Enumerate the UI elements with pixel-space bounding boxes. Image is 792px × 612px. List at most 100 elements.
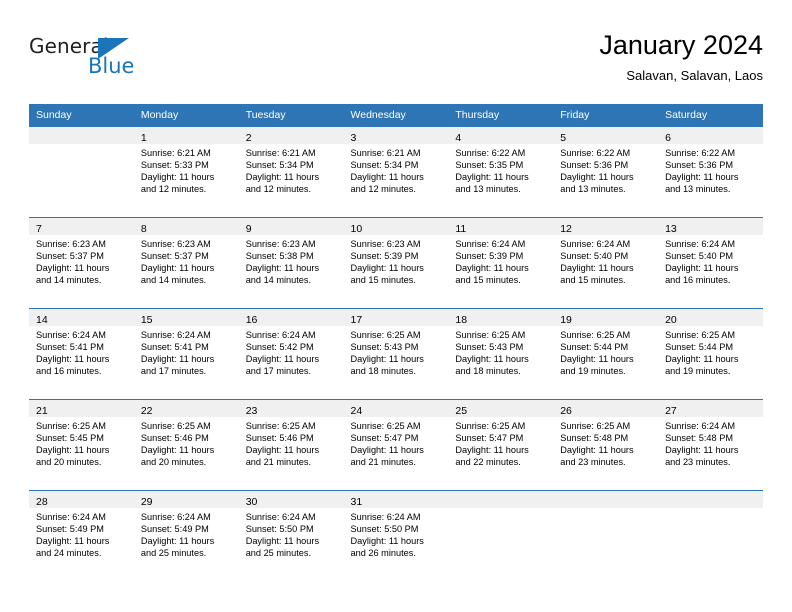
calendar-day-cell[interactable] xyxy=(553,490,659,581)
day-number: 23 xyxy=(245,405,258,417)
sunset-text: Sunset: 5:49 PM xyxy=(140,524,209,535)
weekday-header-row: Sunday Monday Tuesday Wednesday Thursday… xyxy=(29,104,763,127)
day-details: Sunrise: 6:24 AM Sunset: 5:50 PM Dayligh… xyxy=(344,508,449,559)
daylight-text-line1: Daylight: 11 hours xyxy=(665,354,739,365)
calendar-day-cell[interactable]: 19 Sunrise: 6:25 AM Sunset: 5:44 PM Dayl… xyxy=(553,308,659,400)
calendar-day-cell[interactable]: 28 Sunrise: 6:24 AM Sunset: 5:49 PM Dayl… xyxy=(29,490,134,581)
day-details: Sunrise: 6:23 AM Sunset: 5:39 PM Dayligh… xyxy=(344,235,449,286)
calendar-day-cell[interactable]: 3 Sunrise: 6:21 AM Sunset: 5:34 PM Dayli… xyxy=(343,126,449,218)
calendar-day-cell[interactable]: 22 Sunrise: 6:25 AM Sunset: 5:46 PM Dayl… xyxy=(133,399,239,491)
daylight-text-line1: Daylight: 11 hours xyxy=(140,172,215,183)
daylight-text-line2: and 15 minutes. xyxy=(455,275,521,286)
day-number: 26 xyxy=(560,405,572,417)
day-details: Sunrise: 6:23 AM Sunset: 5:38 PM Dayligh… xyxy=(239,235,344,286)
sunset-text: Sunset: 5:48 PM xyxy=(560,433,629,444)
daylight-text-line1: Daylight: 11 hours xyxy=(455,354,529,365)
sunset-text: Sunset: 5:34 PM xyxy=(350,160,419,171)
calendar-day-cell[interactable]: 25 Sunrise: 6:25 AM Sunset: 5:47 PM Dayl… xyxy=(448,399,554,491)
day-details xyxy=(553,508,658,511)
sunset-text: Sunset: 5:34 PM xyxy=(245,160,314,171)
calendar-day-cell[interactable]: 11 Sunrise: 6:24 AM Sunset: 5:39 PM Dayl… xyxy=(448,217,554,309)
sunset-text: Sunset: 5:46 PM xyxy=(245,433,314,444)
day-details xyxy=(448,508,553,511)
title-block: January 2024 Salavan, Salavan, Laos xyxy=(599,28,763,86)
calendar-day-cell[interactable]: 20 Sunrise: 6:25 AM Sunset: 5:44 PM Dayl… xyxy=(658,308,763,400)
day-number: 8 xyxy=(140,223,147,235)
calendar-day-cell[interactable]: 14 Sunrise: 6:24 AM Sunset: 5:41 PM Dayl… xyxy=(29,308,134,400)
daylight-text-line1: Daylight: 11 hours xyxy=(245,445,320,456)
calendar-day-cell[interactable]: 8 Sunrise: 6:23 AM Sunset: 5:37 PM Dayli… xyxy=(133,217,239,309)
calendar-day-cell[interactable]: 10 Sunrise: 6:23 AM Sunset: 5:39 PM Dayl… xyxy=(343,217,449,309)
daylight-text-line2: and 13 minutes. xyxy=(665,184,731,195)
calendar-day-cell[interactable]: 1 Sunrise: 6:21 AM Sunset: 5:33 PM Dayli… xyxy=(133,126,239,218)
daylight-text-line2: and 24 minutes. xyxy=(36,548,102,559)
day-number: 18 xyxy=(455,314,468,326)
weekday-header-friday: Friday xyxy=(553,104,659,127)
day-details: Sunrise: 6:24 AM Sunset: 5:50 PM Dayligh… xyxy=(239,508,344,559)
calendar-day-cell[interactable]: 13 Sunrise: 6:24 AM Sunset: 5:40 PM Dayl… xyxy=(658,217,763,309)
sunset-text: Sunset: 5:50 PM xyxy=(350,524,419,535)
day-number: 16 xyxy=(245,314,258,326)
calendar-day-cell[interactable]: 27 Sunrise: 6:24 AM Sunset: 5:48 PM Dayl… xyxy=(658,399,763,491)
calendar-day-cell[interactable]: 16 Sunrise: 6:24 AM Sunset: 5:42 PM Dayl… xyxy=(238,308,344,400)
day-number: 9 xyxy=(245,223,252,235)
calendar-day-cell[interactable]: 7 Sunrise: 6:23 AM Sunset: 5:37 PM Dayli… xyxy=(29,217,134,309)
calendar-day-cell[interactable]: 29 Sunrise: 6:24 AM Sunset: 5:49 PM Dayl… xyxy=(133,490,239,581)
sunrise-text: Sunrise: 6:24 AM xyxy=(245,330,316,340)
calendar-day-cell[interactable]: 21 Sunrise: 6:25 AM Sunset: 5:45 PM Dayl… xyxy=(29,399,134,491)
page-header: General Blue January 2024 Salavan, Salav… xyxy=(29,28,763,98)
calendar-day-cell[interactable]: 4 Sunrise: 6:22 AM Sunset: 5:35 PM Dayli… xyxy=(448,126,554,218)
day-number: 5 xyxy=(560,132,567,144)
sunrise-text: Sunrise: 6:21 AM xyxy=(350,148,421,158)
calendar-day-cell[interactable]: 5 Sunrise: 6:22 AM Sunset: 5:36 PM Dayli… xyxy=(553,126,659,218)
sunrise-text: Sunrise: 6:24 AM xyxy=(665,421,736,431)
day-number: 13 xyxy=(665,223,677,235)
day-details: Sunrise: 6:24 AM Sunset: 5:48 PM Dayligh… xyxy=(658,417,763,468)
daylight-text-line2: and 18 minutes. xyxy=(455,366,521,377)
daylight-text-line2: and 12 minutes. xyxy=(350,184,416,195)
calendar-day-cell[interactable] xyxy=(658,490,763,581)
calendar-day-cell[interactable]: 6 Sunrise: 6:22 AM Sunset: 5:36 PM Dayli… xyxy=(658,126,763,218)
daylight-text-line1: Daylight: 11 hours xyxy=(36,445,110,456)
day-details: Sunrise: 6:25 AM Sunset: 5:46 PM Dayligh… xyxy=(134,417,239,468)
daylight-text-line2: and 26 minutes. xyxy=(350,548,416,559)
daylight-text-line2: and 17 minutes. xyxy=(140,366,207,377)
calendar-day-cell[interactable]: 17 Sunrise: 6:25 AM Sunset: 5:43 PM Dayl… xyxy=(343,308,449,400)
sunset-text: Sunset: 5:40 PM xyxy=(665,251,733,262)
general-blue-logo[interactable]: General Blue xyxy=(29,34,149,86)
calendar-day-cell[interactable] xyxy=(448,490,554,581)
weekday-header-thursday: Thursday xyxy=(448,104,554,127)
sunrise-text: Sunrise: 6:23 AM xyxy=(350,239,421,249)
day-details: Sunrise: 6:24 AM Sunset: 5:39 PM Dayligh… xyxy=(448,235,553,286)
calendar-day-cell[interactable]: 31 Sunrise: 6:24 AM Sunset: 5:50 PM Dayl… xyxy=(343,490,449,581)
day-number: 7 xyxy=(36,223,42,235)
daylight-text-line2: and 12 minutes. xyxy=(245,184,312,195)
calendar-day-cell[interactable]: 23 Sunrise: 6:25 AM Sunset: 5:46 PM Dayl… xyxy=(238,399,344,491)
calendar-day-cell[interactable]: 15 Sunrise: 6:24 AM Sunset: 5:41 PM Dayl… xyxy=(133,308,239,400)
sunset-text: Sunset: 5:43 PM xyxy=(350,342,419,353)
sunrise-text: Sunrise: 6:22 AM xyxy=(665,148,736,158)
day-number: 1 xyxy=(140,132,147,144)
calendar-day-cell[interactable]: 12 Sunrise: 6:24 AM Sunset: 5:40 PM Dayl… xyxy=(553,217,659,309)
sunset-text: Sunset: 5:49 PM xyxy=(36,524,104,535)
calendar-day-cell[interactable]: 2 Sunrise: 6:21 AM Sunset: 5:34 PM Dayli… xyxy=(238,126,344,218)
weekday-header-wednesday: Wednesday xyxy=(343,104,449,127)
calendar-day-cell[interactable] xyxy=(29,126,134,218)
sunrise-text: Sunrise: 6:23 AM xyxy=(245,239,316,249)
day-details: Sunrise: 6:25 AM Sunset: 5:46 PM Dayligh… xyxy=(239,417,344,468)
calendar-day-cell[interactable]: 18 Sunrise: 6:25 AM Sunset: 5:43 PM Dayl… xyxy=(448,308,554,400)
daylight-text-line2: and 25 minutes. xyxy=(245,548,312,559)
day-details: Sunrise: 6:24 AM Sunset: 5:41 PM Dayligh… xyxy=(29,326,134,377)
day-number: 6 xyxy=(665,132,671,144)
day-details: Sunrise: 6:25 AM Sunset: 5:48 PM Dayligh… xyxy=(553,417,658,468)
sunrise-text: Sunrise: 6:24 AM xyxy=(665,239,736,249)
calendar-day-cell[interactable]: 24 Sunrise: 6:25 AM Sunset: 5:47 PM Dayl… xyxy=(343,399,449,491)
calendar-day-cell[interactable]: 9 Sunrise: 6:23 AM Sunset: 5:38 PM Dayli… xyxy=(238,217,344,309)
daylight-text-line2: and 19 minutes. xyxy=(560,366,626,377)
sunrise-text: Sunrise: 6:24 AM xyxy=(455,239,526,249)
calendar-day-cell[interactable]: 30 Sunrise: 6:24 AM Sunset: 5:50 PM Dayl… xyxy=(238,490,344,581)
calendar-day-cell[interactable]: 26 Sunrise: 6:25 AM Sunset: 5:48 PM Dayl… xyxy=(553,399,659,491)
calendar-page: General Blue January 2024 Salavan, Salav… xyxy=(0,0,792,612)
day-details: Sunrise: 6:22 AM Sunset: 5:35 PM Dayligh… xyxy=(448,144,553,195)
sunrise-text: Sunrise: 6:25 AM xyxy=(455,421,526,431)
